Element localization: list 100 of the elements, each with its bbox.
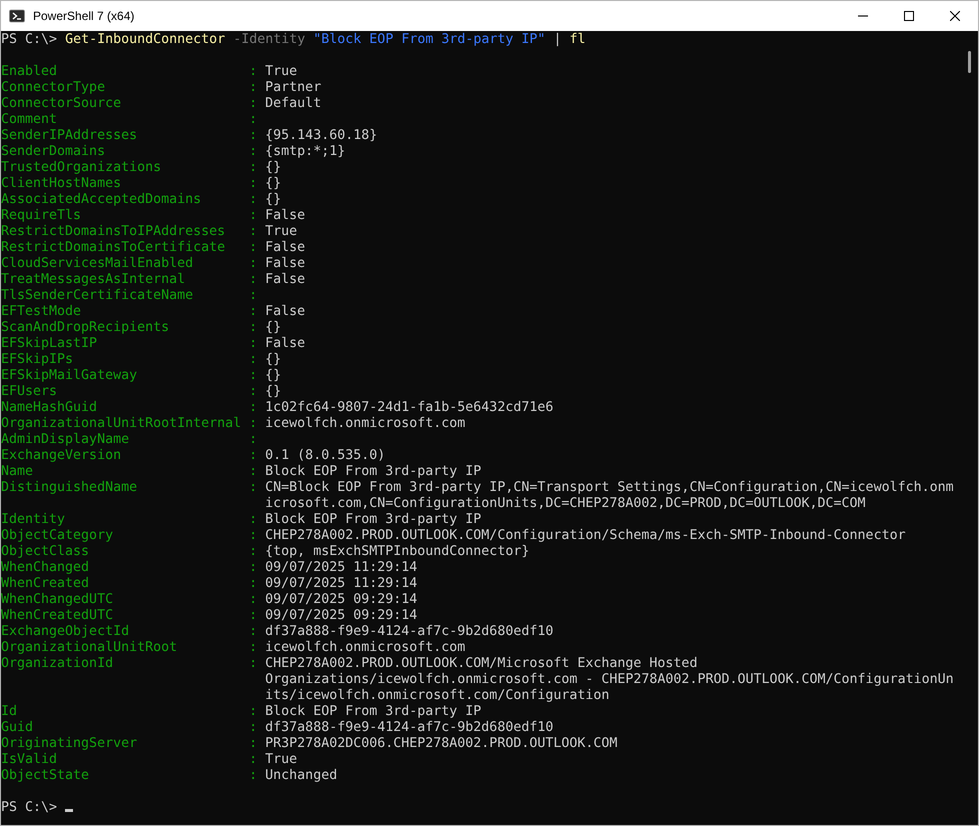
property-name: AssociatedAcceptedDomains	[1, 192, 202, 208]
command-token: fl	[569, 32, 586, 47]
property-value: True	[265, 224, 298, 240]
separator-colon: :	[249, 528, 258, 544]
separator-colon: :	[249, 512, 258, 528]
property-name: OriginatingServer	[1, 736, 138, 752]
text-cursor	[65, 809, 74, 812]
separator-colon: :	[249, 304, 258, 320]
property-name: SenderDomains	[1, 144, 106, 160]
separator-colon: :	[249, 560, 258, 576]
property-value: False	[265, 256, 306, 272]
separator-colon: :	[249, 608, 258, 624]
property-value: Default	[265, 96, 322, 112]
property-value: False	[265, 272, 306, 288]
separator-colon: :	[249, 208, 258, 224]
separator-colon: :	[249, 256, 258, 272]
property-value: 09/07/2025 09:29:14	[265, 608, 418, 624]
property-name: CloudServicesMailEnabled	[1, 256, 194, 272]
property-name: RequireTls	[1, 208, 82, 224]
separator-colon: :	[249, 768, 258, 784]
separator-colon: :	[249, 624, 258, 640]
property-name: EFTestMode	[1, 304, 82, 320]
separator-colon: :	[249, 464, 258, 480]
maximize-icon	[904, 11, 914, 21]
property-name: TreatMessagesAsInternal	[1, 272, 186, 288]
separator-colon: :	[249, 320, 258, 336]
separator-colon: :	[249, 272, 258, 288]
property-value: {}	[265, 368, 282, 384]
property-name: ConnectorSource	[1, 96, 122, 112]
property-name: IsValid	[1, 752, 58, 768]
property-name: EFSkipIPs	[1, 352, 74, 368]
separator-colon: :	[249, 752, 258, 768]
separator-colon: :	[249, 352, 258, 368]
scrollbar-thumb[interactable]	[968, 51, 971, 73]
property-name: ScanAndDropRecipients	[1, 320, 170, 336]
property-value: Partner	[265, 80, 322, 96]
property-value: {}	[265, 320, 282, 336]
property-name: Guid	[1, 720, 34, 736]
separator-colon: :	[249, 288, 258, 304]
property-name: OrganizationalUnitRoot	[1, 640, 178, 656]
property-name: OrganizationId	[1, 656, 114, 673]
property-value: icewolfch.onmicrosoft.com	[265, 640, 466, 656]
separator-colon: :	[249, 128, 258, 144]
property-value: CHEP278A002.PROD.OUTLOOK.COM/Configuration/Schema/ms-Exch-SMTP-Inbound-Connector	[265, 528, 906, 544]
separator-colon: :	[249, 544, 258, 560]
property-name: DistinguishedName	[1, 480, 138, 497]
property-name: TlsSenderCertificateName	[1, 288, 194, 304]
separator-colon: :	[249, 144, 258, 160]
property-value: {}	[265, 384, 282, 400]
property-value: 09/07/2025 11:29:14	[265, 560, 418, 576]
prompt-text: PS C:\>	[1, 32, 58, 47]
separator-colon: :	[249, 656, 258, 673]
property-name: ObjectCategory	[1, 528, 114, 544]
property-name: RestrictDomainsToCertificate	[1, 240, 226, 256]
property-value: df37a888-f9e9-4124-af7c-9b2d680edf10	[265, 624, 554, 640]
property-value: 0.1 (8.0.535.0)	[265, 448, 386, 464]
separator-colon: :	[249, 448, 258, 464]
property-value: False	[265, 240, 306, 256]
separator-colon: :	[249, 640, 258, 656]
property-name: TrustedOrganizations	[1, 160, 162, 176]
command-token: |	[553, 32, 562, 47]
property-value: Unchanged	[265, 768, 338, 784]
close-icon	[950, 11, 960, 21]
property-name: SenderIPAddresses	[1, 128, 138, 144]
property-name: ConnectorType	[1, 80, 106, 96]
property-value: CHEP278A002.PROD.OUTLOOK.COM/Microsoft Exchange Hosted	[265, 656, 698, 672]
property-name: WhenChanged	[1, 560, 90, 576]
separator-colon: :	[249, 416, 258, 432]
property-value: {smtp:*;1}	[265, 144, 346, 160]
property-name: ObjectClass	[1, 544, 90, 560]
separator-colon: :	[249, 368, 258, 384]
property-value: False	[265, 304, 306, 320]
property-value: Block EOP From 3rd-party IP	[265, 704, 482, 720]
property-value: 09/07/2025 11:29:14	[265, 576, 418, 592]
separator-colon: :	[249, 384, 258, 400]
property-name: NameHashGuid	[1, 400, 98, 416]
property-name: EFSkipMailGateway	[1, 368, 138, 384]
separator-colon: :	[249, 176, 258, 192]
powershell-icon	[9, 8, 25, 24]
separator-colon: :	[249, 160, 258, 176]
property-name: WhenCreatedUTC	[1, 608, 114, 624]
property-value: False	[265, 208, 306, 224]
separator-colon: :	[249, 432, 258, 448]
property-value: icrosoft.com,CN=ConfigurationUnits,DC=CHEP278A002,DC=PROD,DC=OUTLOOK,DC=COM	[265, 496, 866, 512]
command-token: "Block EOP From 3rd-party IP"	[313, 32, 546, 47]
command-token: -Identity	[233, 32, 306, 47]
property-name: EFSkipLastIP	[1, 336, 98, 352]
property-name: ExchangeVersion	[1, 448, 122, 464]
property-value: True	[265, 64, 298, 80]
property-value: icewolfch.onmicrosoft.com	[265, 416, 466, 432]
property-value: its/icewolfch.onmicrosoft.com/Configuration	[265, 688, 610, 704]
separator-colon: :	[249, 704, 258, 720]
separator-colon: :	[249, 112, 258, 128]
separator-colon: :	[249, 336, 258, 352]
property-name: Enabled	[1, 64, 58, 80]
property-name: ExchangeObjectId	[1, 624, 130, 640]
property-value: CN=Block EOP From 3rd-party IP,CN=Transport Settings,CN=Configuration,CN=icewolfch.onm	[265, 480, 954, 496]
separator-colon: :	[249, 80, 258, 96]
separator-colon: :	[249, 224, 258, 240]
separator-colon: :	[249, 736, 258, 752]
